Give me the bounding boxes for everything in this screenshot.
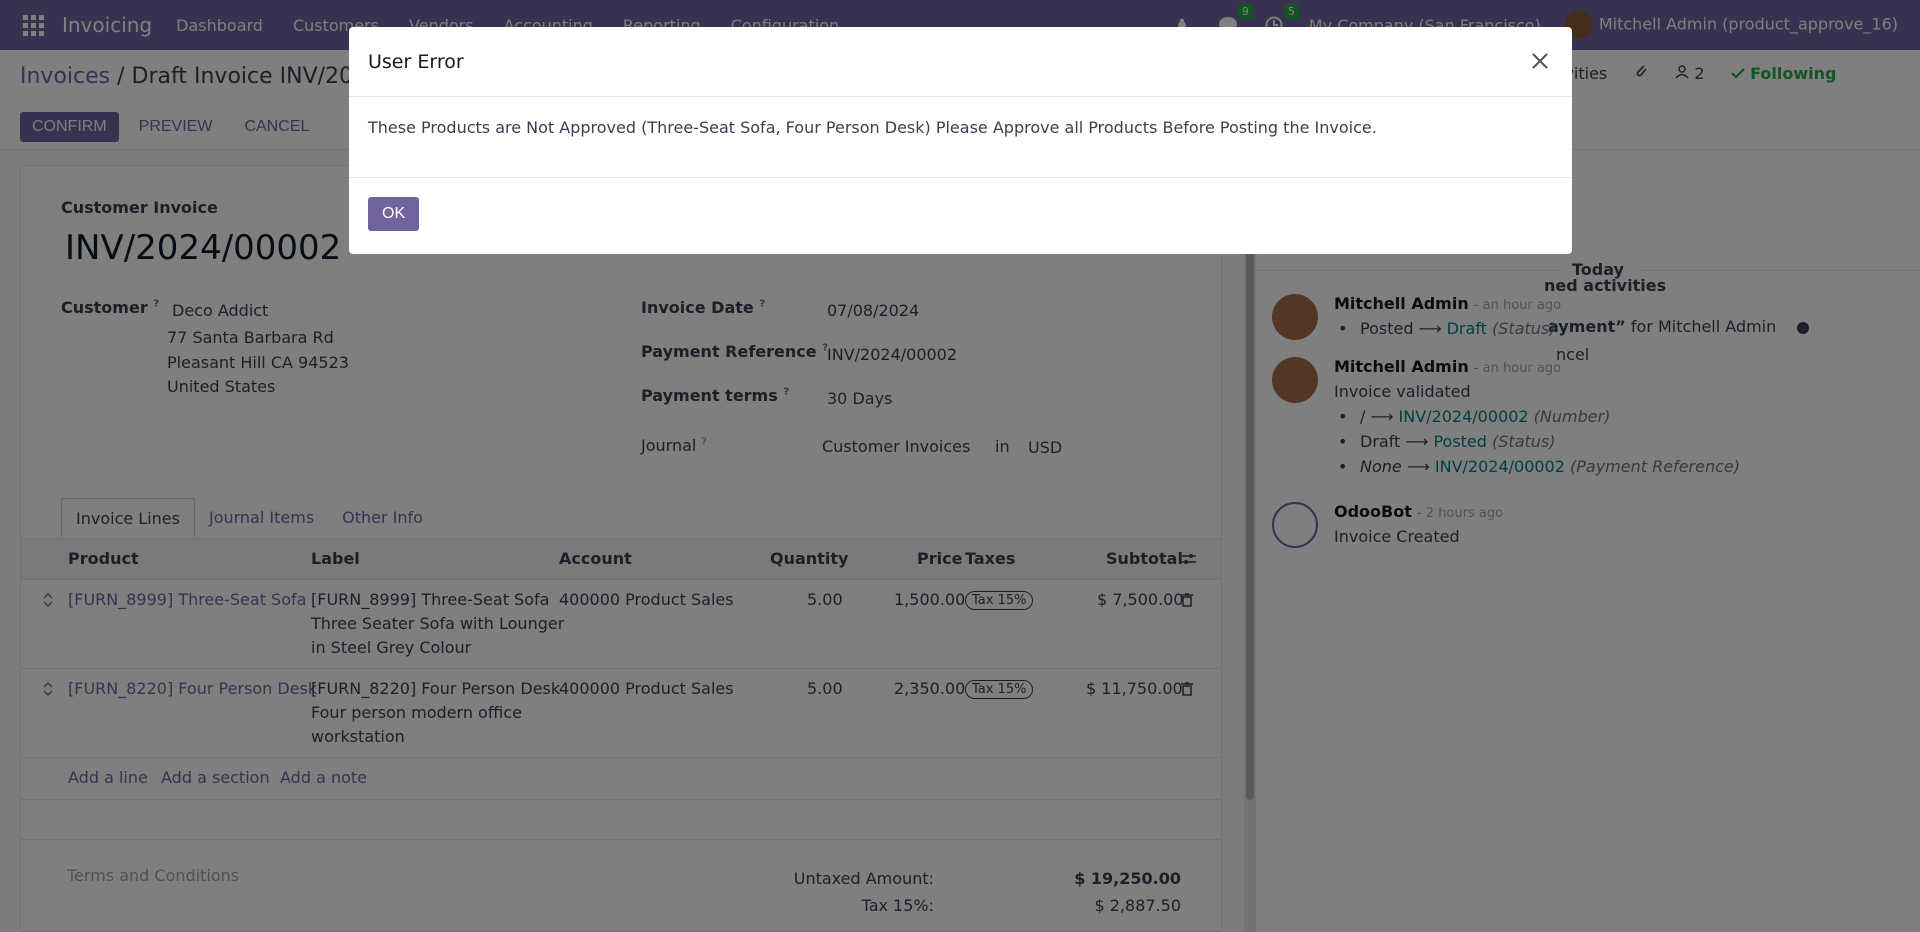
ok-button[interactable]: OK: [368, 197, 420, 231]
close-icon[interactable]: [1526, 47, 1554, 75]
dialog-message: These Products are Not Approved (Three-S…: [368, 118, 1377, 137]
user-error-dialog: User Error These Products are Not Approv…: [349, 27, 1572, 254]
dialog-title: User Error: [368, 51, 464, 73]
dialog-footer-divider: [349, 177, 1572, 178]
dialog-header: User Error: [349, 27, 1572, 97]
